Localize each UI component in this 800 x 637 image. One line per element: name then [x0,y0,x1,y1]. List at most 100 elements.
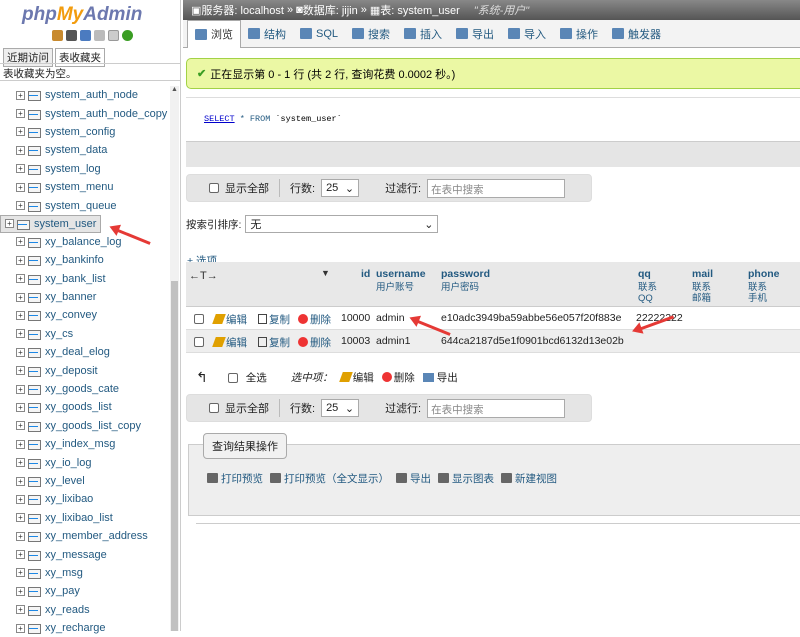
doc-page-icon[interactable] [108,30,119,41]
cell-id[interactable]: 10000 [341,312,370,324]
tree-item-xy_goods_list_copy[interactable]: + xy_goods_list_copy [0,417,168,435]
cell-password[interactable]: 644ca2187d5e1f0901bcd6132d13e02b [441,335,624,347]
filter-input[interactable]: 在表中搜索 [427,398,566,418]
phpmyadmin-logo[interactable]: phpMyAdmin [22,4,142,26]
tree-item-system_config[interactable]: + system_config [0,123,168,141]
tree-item-xy_bank_list[interactable]: + xy_bank_list [0,270,168,288]
tab-triggers[interactable]: 触发器 [605,20,668,48]
bulk-delete-button[interactable]: 删除 [381,370,415,385]
tree-item-xy_lixibao[interactable]: + xy_lixibao [0,490,168,508]
tab-operations[interactable]: 操作 [553,20,605,48]
docs-icon[interactable] [94,30,105,41]
filter-input[interactable]: 在表中搜索 [427,178,566,198]
expand-icon[interactable]: + [16,347,25,357]
cell-username[interactable]: admin1 [376,335,410,347]
sql-query-icon[interactable] [80,30,91,41]
reload-icon[interactable] [122,30,133,41]
print-preview-full-link[interactable]: 打印预览（全文显示） [270,471,389,486]
column-header-phone[interactable]: phone [748,268,780,280]
expand-icon[interactable]: + [16,421,25,431]
expand-icon[interactable]: + [16,586,25,596]
tree-item-xy_deposit[interactable]: + xy_deposit [0,361,168,379]
tree-item-xy_msg[interactable]: + xy_msg [0,564,168,582]
create-view-link[interactable]: 新建视图 [501,471,557,486]
tab-structure[interactable]: 结构 [241,20,293,48]
rows-select[interactable]: 25 ⌄ [321,179,360,197]
tab-insert[interactable]: 插入 [397,20,449,48]
tab-browse[interactable]: 浏览 [187,19,241,48]
tree-item-xy_level[interactable]: + xy_level [0,472,168,490]
tree-item-system_log[interactable]: + system_log [0,160,168,178]
tree-item-xy_goods_list[interactable]: + xy_goods_list [0,398,168,416]
tree-item-xy_recharge[interactable]: + xy_recharge [0,619,168,637]
tree-item-xy_deal_elog[interactable]: + xy_deal_elog [0,343,168,361]
column-header-username[interactable]: username [376,268,426,280]
export-link[interactable]: 导出 [396,471,431,486]
tree-item-xy_member_address[interactable]: + xy_member_address [0,527,168,545]
row-checkbox[interactable] [194,337,204,347]
tab-import[interactable]: 导入 [501,20,553,48]
tree-item-system_menu[interactable]: + system_menu [0,178,168,196]
column-tools[interactable]: ←T→ [189,270,218,282]
tab-search[interactable]: 搜索 [345,20,397,48]
expand-icon[interactable]: + [16,494,25,504]
expand-icon[interactable]: + [16,145,25,155]
row-checkbox[interactable] [194,314,204,324]
column-header-id[interactable]: id [361,268,370,280]
check-all-checkbox[interactable] [227,372,238,383]
rows-select[interactable]: 25 ⌄ [321,399,360,417]
sql-keyword-select[interactable]: SELECT [204,114,235,124]
nav-scroll-thumb[interactable] [171,281,178,631]
expand-icon[interactable]: + [16,605,25,615]
expand-icon[interactable]: + [16,127,25,137]
tree-item-system_auth_node[interactable]: + system_auth_node [0,86,168,104]
expand-icon[interactable]: + [5,219,14,229]
bulk-export-button[interactable]: 导出 [422,370,458,385]
expand-icon[interactable]: + [16,274,25,284]
expand-icon[interactable]: + [16,384,25,394]
copy-row-button[interactable]: 复制 [258,312,290,327]
scroll-up-icon[interactable]: ▲ [171,86,178,93]
column-header-qq[interactable]: qq [638,268,651,280]
cell-id[interactable]: 10003 [341,335,370,347]
tree-item-xy_reads[interactable]: + xy_reads [0,601,168,619]
breadcrumb-server[interactable]: 服务器: localhost [201,2,284,18]
tree-item-system_data[interactable]: + system_data [0,141,168,159]
tree-item-xy_cs[interactable]: + xy_cs [0,325,168,343]
tree-item-xy_pay[interactable]: + xy_pay [0,582,168,600]
expand-icon[interactable]: + [16,623,25,633]
tree-item-system_queue[interactable]: + system_queue [0,196,168,214]
expand-icon[interactable]: + [16,402,25,412]
copy-row-button[interactable]: 复制 [258,335,290,350]
exit-icon[interactable] [66,30,77,41]
expand-icon[interactable]: + [16,366,25,376]
bulk-edit-button[interactable]: 编辑 [338,370,374,385]
breadcrumb-database[interactable]: 数据库: jijin [303,2,358,18]
expand-icon[interactable]: + [16,458,25,468]
expand-icon[interactable]: + [16,201,25,211]
column-header-password[interactable]: password [441,268,490,280]
expand-icon[interactable]: + [16,90,25,100]
column-header-mail[interactable]: mail [692,268,713,280]
expand-icon[interactable]: + [16,329,25,339]
home-icon[interactable] [52,30,63,41]
expand-icon[interactable]: + [16,439,25,449]
tree-item-xy_banner[interactable]: + xy_banner [0,288,168,306]
tree-item-xy_lixibao_list[interactable]: + xy_lixibao_list [0,509,168,527]
tree-item-xy_index_msg[interactable]: + xy_index_msg [0,435,168,453]
expand-icon[interactable]: + [16,164,25,174]
expand-icon[interactable]: + [16,550,25,560]
cell-username[interactable]: admin [376,312,405,324]
delete-row-button[interactable]: 删除 [298,335,331,350]
expand-icon[interactable]: + [16,109,25,119]
display-chart-link[interactable]: 显示图表 [438,471,494,486]
edit-row-button[interactable]: 编辑 [212,312,247,327]
cell-password[interactable]: e10adc3949ba59abbe56e057f20f883e [441,312,621,324]
expand-icon[interactable]: + [16,568,25,578]
edit-row-button[interactable]: 编辑 [212,335,247,350]
sort-dropdown-icon[interactable]: ▼ [321,268,330,278]
tree-item-xy_goods_cate[interactable]: + xy_goods_cate [0,380,168,398]
tree-item-xy_convey[interactable]: + xy_convey [0,306,168,324]
tab-export[interactable]: 导出 [449,20,501,48]
tree-item-system_auth_node_copy[interactable]: + system_auth_node_copy [0,104,168,122]
